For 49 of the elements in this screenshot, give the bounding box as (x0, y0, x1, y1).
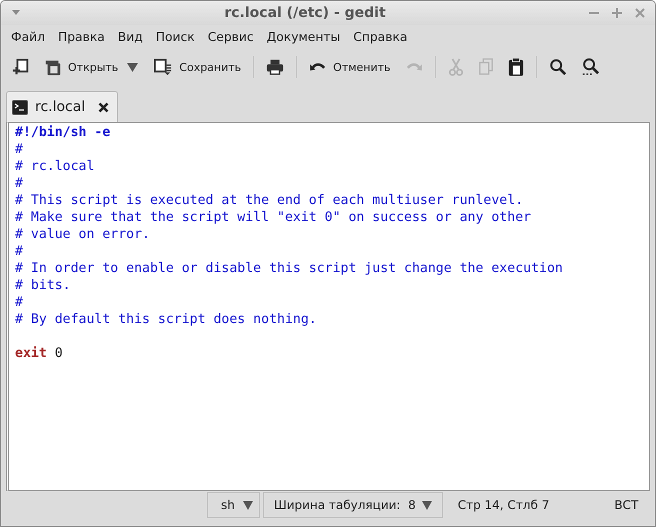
text-editor[interactable] (6, 122, 650, 491)
new-document-icon (12, 58, 30, 76)
search-icon (548, 58, 567, 76)
dropdown-caret-icon[interactable] (127, 62, 138, 72)
maximize-icon[interactable] (612, 8, 622, 18)
open-button[interactable]: Открыть (39, 54, 124, 80)
menu-item[interactable]: Правка (52, 30, 112, 44)
printer-icon (266, 58, 284, 76)
copy-icon (478, 58, 494, 76)
shebang-line: #!/bin/sh -e (15, 124, 110, 141)
code-comment: # value on error. (15, 226, 150, 243)
caret-icon (242, 500, 253, 510)
replace-icon (580, 58, 599, 76)
window-title: rc.local (/etc) - gedit (223, 5, 387, 21)
document-tab[interactable]: rc.local (6, 91, 118, 122)
caret-icon (422, 500, 432, 510)
code-comment: # rc.local (15, 158, 94, 175)
menu-item[interactable]: Сервис (202, 30, 261, 44)
window-menu-icon[interactable] (11, 10, 21, 16)
code-number: 0 (54, 345, 63, 362)
terminal-icon (12, 100, 28, 114)
menu-item[interactable]: Поиск (150, 30, 202, 44)
folder-icon (44, 58, 62, 76)
undo-button[interactable]: Отменить (304, 56, 396, 78)
tab-width-dropdown[interactable]: Ширина табуляции: 8 (262, 492, 443, 518)
code-comment: # By default this script does nothing. (15, 311, 317, 328)
menu-item[interactable]: Документы (260, 30, 348, 44)
cursor-position: Стр 14, Стлб 7 (458, 498, 550, 512)
save-button[interactable]: Сохранить (148, 54, 246, 80)
save-document-icon (153, 58, 174, 76)
menu-item[interactable]: Справка (347, 30, 414, 44)
scissors-icon (448, 58, 464, 76)
close-tab-icon[interactable] (98, 102, 110, 112)
code-comment: # Make sure that the script will "exit 0" on success or any other (15, 209, 532, 226)
code-comment: # (15, 141, 23, 158)
insert-mode: ВСТ (614, 498, 638, 512)
tab-label: rc.local (35, 99, 86, 115)
code-comment: # This script is executed at the end of each multiuser runlevel. (15, 192, 524, 209)
menu-item[interactable]: Файл (5, 30, 52, 44)
code-comment: # In order to enable or disable this script just change the execution (15, 260, 563, 277)
code-comment: # (15, 294, 23, 311)
close-icon[interactable] (635, 8, 645, 18)
menu-item[interactable]: Вид (112, 30, 150, 44)
code-keyword: exit (15, 345, 47, 362)
code-comment: # (15, 175, 23, 192)
code-comment: # (15, 243, 23, 260)
code-comment: # bits. (15, 277, 71, 294)
language-dropdown[interactable]: sh (207, 492, 260, 518)
clipboard-icon (508, 57, 524, 77)
